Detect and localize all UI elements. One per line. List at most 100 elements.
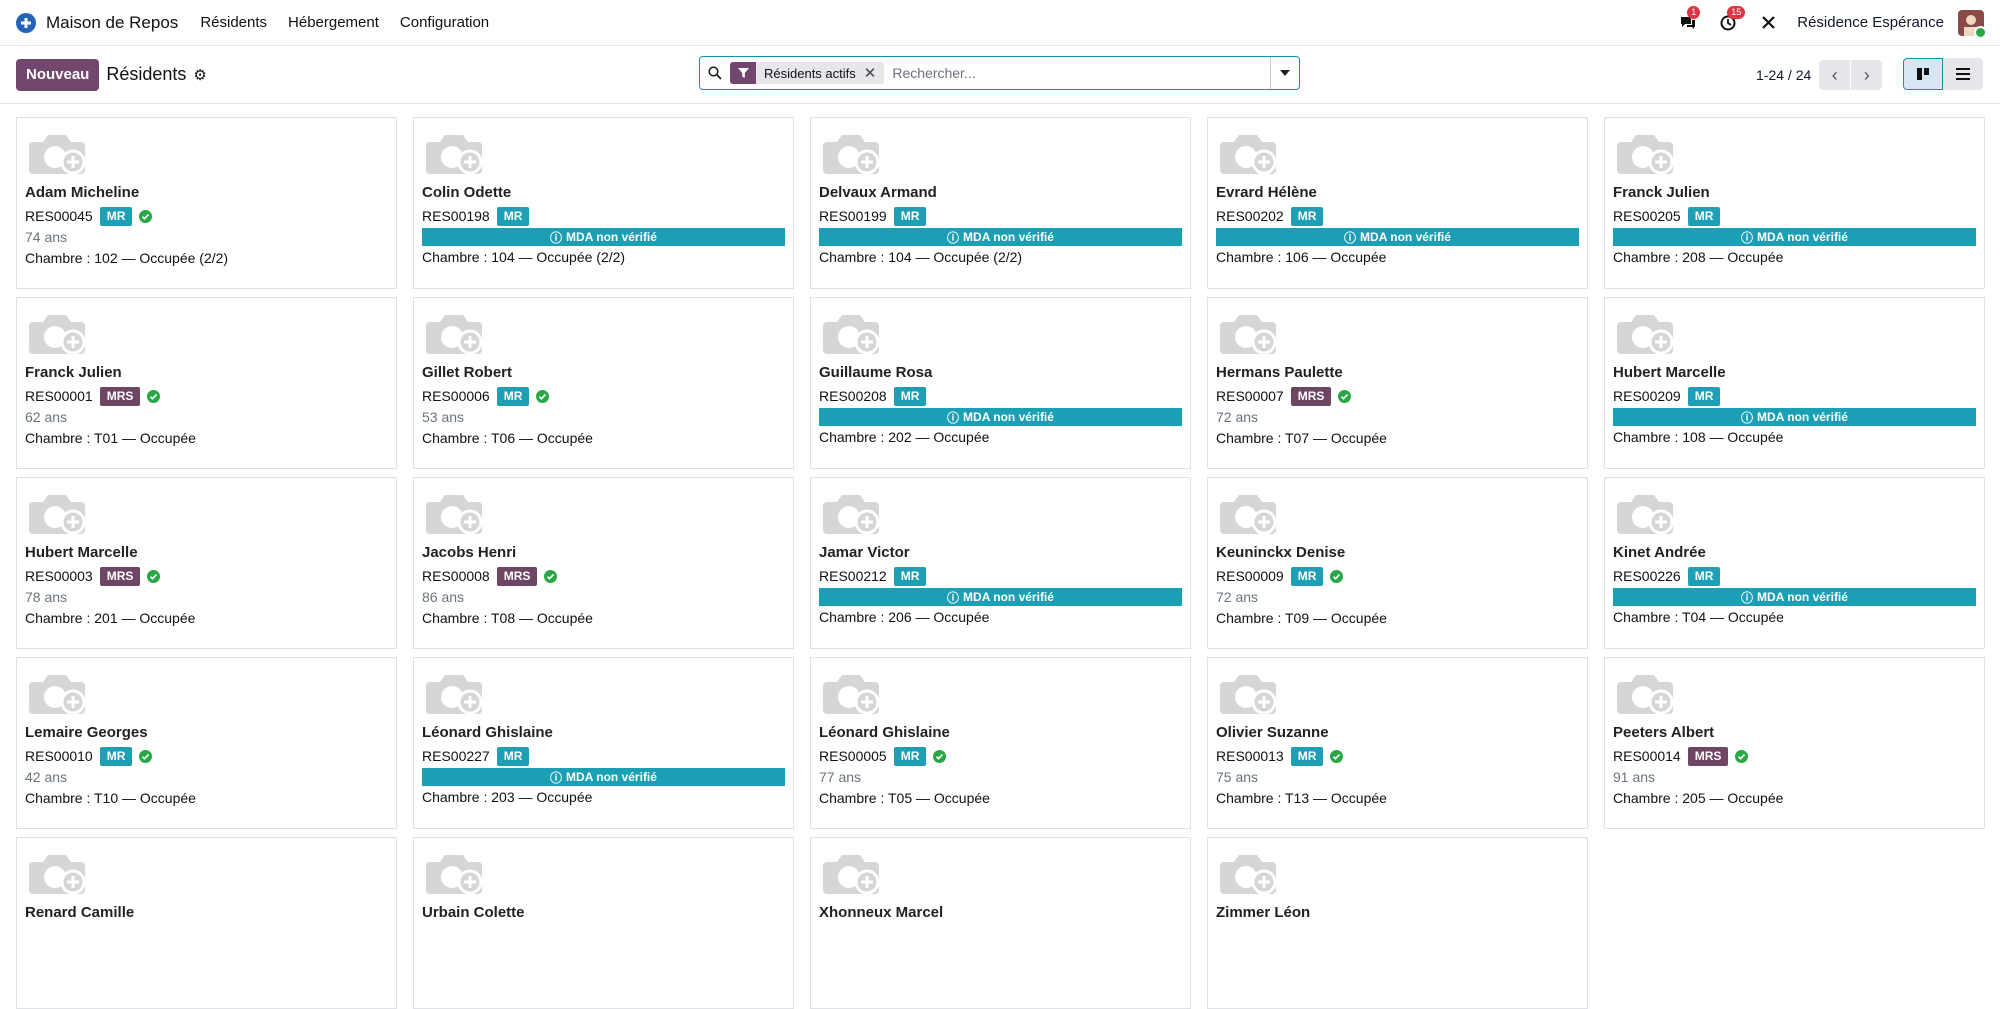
kanban-view-icon[interactable] bbox=[1903, 58, 1943, 90]
category-tag: MR bbox=[893, 566, 927, 586]
resident-name: Colin Odette bbox=[422, 184, 512, 201]
info-icon: ⓘ bbox=[947, 230, 960, 245]
resident-name: Adam Micheline bbox=[25, 184, 140, 201]
verified-check-icon bbox=[1330, 749, 1344, 763]
mda-label: MDA non vérifié bbox=[1757, 230, 1848, 244]
resident-card[interactable]: Guillaume Rosa RES00208 MR ⓘ MDA non vérifié… bbox=[810, 297, 1191, 469]
resident-card[interactable]: Zimmer Léon bbox=[1207, 837, 1588, 1009]
room-status: Chambre : 202 — Occupée bbox=[819, 429, 990, 445]
company-switcher[interactable]: Résidence Espérance bbox=[1797, 14, 1944, 31]
verified-check-icon bbox=[1735, 749, 1749, 763]
app-name[interactable]: Maison de Repos bbox=[46, 13, 178, 33]
camera-placeholder-icon bbox=[819, 850, 883, 896]
app-logo-icon[interactable] bbox=[16, 12, 36, 33]
category-tag: MR bbox=[1687, 386, 1721, 406]
search-input[interactable] bbox=[890, 64, 1270, 82]
category-tag: MR bbox=[1290, 746, 1324, 766]
room-status: Chambre : 203 — Occupée bbox=[422, 789, 593, 805]
category-tag: MRS bbox=[99, 566, 141, 586]
resident-card[interactable]: Hermans Paulette RES00007 MRS 72 ans Chambre… bbox=[1207, 297, 1588, 469]
resident-card[interactable]: Franck Julien RES00001 MRS 62 ans Chambre : … bbox=[16, 297, 397, 469]
resident-card[interactable]: Urbain Colette bbox=[413, 837, 794, 1009]
resident-age: 53 ans bbox=[422, 409, 465, 425]
resident-card[interactable]: Peeters Albert RES00014 MRS 91 ans Chambre :… bbox=[1604, 657, 1985, 829]
category-tag: MR bbox=[893, 746, 927, 766]
resident-ref: RES00212 bbox=[819, 568, 887, 584]
menu-hebergement[interactable]: Hébergement bbox=[288, 14, 379, 31]
list-view-icon[interactable] bbox=[1943, 58, 1983, 90]
resident-card[interactable]: Kinet Andrée RES00226 MR ⓘ MDA non vérifié Ch… bbox=[1604, 477, 1985, 649]
camera-placeholder-icon bbox=[422, 670, 486, 716]
resident-card[interactable]: Lemaire Georges RES00010 MR 42 ans Chambre :… bbox=[16, 657, 397, 829]
camera-placeholder-icon bbox=[422, 310, 486, 356]
debug-tools-icon[interactable] bbox=[1757, 12, 1779, 34]
mda-warning-bar: ⓘ MDA non vérifié bbox=[1216, 228, 1579, 246]
resident-card[interactable]: Evrard Hélène RES00202 MR ⓘ MDA non vérifié C… bbox=[1207, 117, 1588, 289]
resident-card[interactable]: Jacobs Henri RES00008 MRS 86 ans Chambre : T… bbox=[413, 477, 794, 649]
resident-card[interactable]: Léonard Ghislaine RES00227 MR ⓘ MDA non véri… bbox=[413, 657, 794, 829]
gear-icon[interactable]: ⚙ bbox=[193, 66, 206, 84]
filter-facet: Résidents actifs ✕ bbox=[730, 62, 885, 84]
camera-placeholder-icon bbox=[25, 490, 89, 536]
pager: 1-24 / 24 ‹ › bbox=[1756, 46, 1883, 104]
resident-card[interactable]: Renard Camille bbox=[16, 837, 397, 1009]
resident-card[interactable]: Jamar Victor RES00212 MR ⓘ MDA non vérifié Ch… bbox=[810, 477, 1191, 649]
resident-ref-line: RES00208 MR bbox=[819, 386, 1182, 406]
resident-card[interactable]: Delvaux Armand RES00199 MR ⓘ MDA non vérifié… bbox=[810, 117, 1191, 289]
resident-name: Olivier Suzanne bbox=[1216, 724, 1329, 741]
camera-placeholder-icon bbox=[1216, 490, 1280, 536]
menu-residents[interactable]: Résidents bbox=[200, 14, 267, 31]
messages-icon[interactable]: 1 bbox=[1677, 5, 1701, 34]
resident-card[interactable]: Olivier Suzanne RES00013 MR 75 ans Chambre :… bbox=[1207, 657, 1588, 829]
resident-ref-line: RES00045 MR bbox=[25, 206, 388, 226]
mda-label: MDA non vérifié bbox=[566, 230, 657, 244]
pager-value[interactable]: 1-24 / 24 bbox=[1756, 67, 1811, 83]
room-status: Chambre : 108 — Occupée bbox=[1613, 429, 1784, 445]
camera-placeholder-icon bbox=[25, 850, 89, 896]
mda-label: MDA non vérifié bbox=[963, 230, 1054, 244]
mda-warning-bar: ⓘ MDA non vérifié bbox=[422, 228, 785, 246]
user-avatar[interactable] bbox=[1958, 9, 1987, 39]
room-status: Chambre : 208 — Occupée bbox=[1613, 249, 1784, 265]
resident-age: 62 ans bbox=[25, 409, 68, 425]
resident-name: Kinet Andrée bbox=[1613, 544, 1706, 561]
resident-card[interactable]: Hubert Marcelle RES00209 MR ⓘ MDA non vérifi… bbox=[1604, 297, 1985, 469]
resident-name: Jamar Victor bbox=[819, 544, 910, 561]
category-tag: MRS bbox=[1290, 386, 1332, 406]
resident-card[interactable]: Colin Odette RES00198 MR ⓘ MDA non vérifié Ch… bbox=[413, 117, 794, 289]
room-status: Chambre : 106 — Occupée bbox=[1216, 249, 1387, 265]
resident-card[interactable]: Xhonneux Marcel bbox=[810, 837, 1191, 1009]
resident-ref-line: RES00014 MRS bbox=[1613, 746, 1976, 766]
camera-placeholder-icon bbox=[25, 670, 89, 716]
resident-ref-line: RES00010 MR bbox=[25, 746, 388, 766]
menu-configuration[interactable]: Configuration bbox=[400, 14, 489, 31]
new-button[interactable]: Nouveau bbox=[16, 58, 100, 91]
resident-card[interactable]: Keuninckx Denise RES00009 MR 72 ans Chambre … bbox=[1207, 477, 1588, 649]
resident-ref-line: RES00227 MR bbox=[422, 746, 785, 766]
camera-placeholder-icon bbox=[819, 670, 883, 716]
search-options-toggle[interactable] bbox=[1270, 57, 1299, 89]
resident-ref: RES00202 bbox=[1216, 208, 1284, 224]
search-icon[interactable] bbox=[700, 66, 730, 80]
resident-name: Léonard Ghislaine bbox=[422, 724, 553, 741]
room-status: Chambre : T04 — Occupée bbox=[1613, 609, 1784, 625]
resident-ref: RES00013 bbox=[1216, 748, 1284, 764]
resident-name: Franck Julien bbox=[25, 364, 122, 381]
resident-ref: RES00005 bbox=[819, 748, 887, 764]
resident-card[interactable]: Léonard Ghislaine RES00005 MR 77 ans Chambre… bbox=[810, 657, 1191, 829]
resident-card[interactable]: Franck Julien RES00205 MR ⓘ MDA non vérifié C… bbox=[1604, 117, 1985, 289]
verified-check-icon bbox=[139, 209, 153, 223]
facet-remove-icon[interactable]: ✕ bbox=[864, 64, 885, 82]
pager-next-icon[interactable]: › bbox=[1851, 60, 1883, 90]
filter-icon bbox=[730, 62, 756, 84]
camera-placeholder-icon bbox=[422, 850, 486, 896]
resident-card[interactable]: Gillet Robert RES00006 MR 53 ans Chambre : T… bbox=[413, 297, 794, 469]
resident-card[interactable]: Adam Micheline RES00045 MR 74 ans Chambre : … bbox=[16, 117, 397, 289]
resident-ref: RES00009 bbox=[1216, 568, 1284, 584]
resident-card[interactable]: Hubert Marcelle RES00003 MRS 78 ans Chambre … bbox=[16, 477, 397, 649]
camera-placeholder-icon bbox=[819, 490, 883, 536]
resident-name: Jacobs Henri bbox=[422, 544, 517, 561]
resident-age: 78 ans bbox=[25, 589, 68, 605]
activities-clock-icon[interactable]: 15 bbox=[1717, 5, 1746, 34]
pager-previous-icon[interactable]: ‹ bbox=[1819, 60, 1851, 90]
